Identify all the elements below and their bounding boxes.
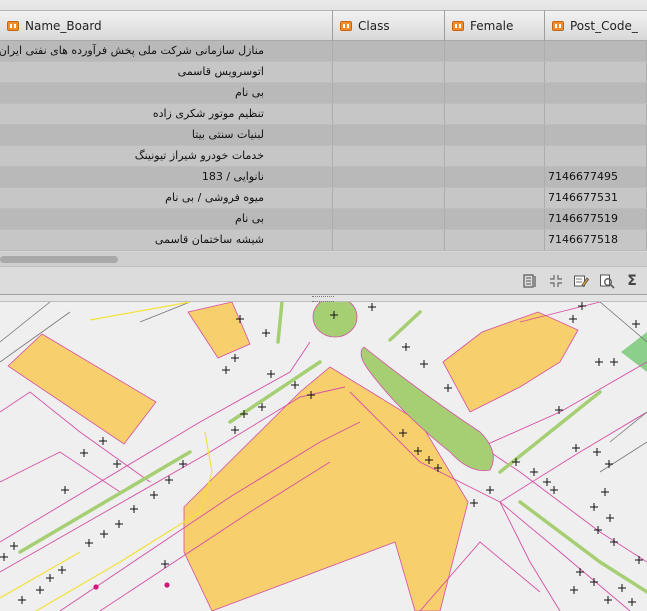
column-header-female[interactable]: Female — [445, 10, 545, 40]
table-header-row: Name_Board Class Female Post_Code_ — [0, 0, 647, 41]
text-field-icon — [552, 20, 564, 31]
field-calculator-icon[interactable] — [522, 273, 538, 289]
cell-female[interactable] — [445, 188, 545, 208]
cell-name-board[interactable]: بی نام — [0, 83, 333, 103]
cell-class[interactable] — [333, 62, 445, 82]
map-canvas[interactable] — [0, 302, 647, 611]
panel-splitter[interactable] — [0, 294, 647, 302]
cell-post-code[interactable]: 7146677518 — [545, 230, 647, 250]
column-header-label: Name_Board — [25, 18, 102, 33]
cell-female[interactable] — [445, 62, 545, 82]
table-row[interactable]: میوه فروشی / بی نام 7146677531 — [0, 188, 647, 209]
cell-post-code[interactable] — [545, 146, 647, 166]
statistics-sigma-icon[interactable]: Σ — [624, 273, 640, 289]
cell-post-code[interactable] — [545, 83, 647, 103]
table-row[interactable]: لبنیات سنتی بیتا — [0, 125, 647, 146]
cell-post-code[interactable] — [545, 62, 647, 82]
column-header-label: Female — [470, 18, 514, 33]
table-row[interactable]: بی نام — [0, 83, 647, 104]
cell-name-board[interactable]: منازل سازمانی شرکت ملی پخش فرآورده های ن… — [0, 41, 333, 61]
cell-name-board[interactable]: بی نام — [0, 209, 333, 229]
column-header-label: Post_Code_ — [570, 18, 638, 33]
cell-post-code[interactable] — [545, 104, 647, 124]
cell-female[interactable] — [445, 167, 545, 187]
cell-female[interactable] — [445, 230, 545, 250]
table-toolbar: Σ — [0, 266, 647, 294]
cell-post-code[interactable] — [545, 41, 647, 61]
cell-post-code[interactable]: 7146677495 — [545, 167, 647, 187]
table-row[interactable]: شیشه ساختمان قاسمی 7146677518 — [0, 230, 647, 251]
cell-class[interactable] — [333, 83, 445, 103]
column-header-label: Class — [358, 18, 390, 33]
cell-female[interactable] — [445, 209, 545, 229]
cell-class[interactable] — [333, 209, 445, 229]
cell-class[interactable] — [333, 41, 445, 61]
zoom-search-icon[interactable] — [599, 273, 615, 289]
column-header-post-code[interactable]: Post_Code_ — [545, 10, 647, 40]
table-body: منازل سازمانی شرکت ملی پخش فرآورده های ن… — [0, 41, 647, 251]
cell-class[interactable] — [333, 146, 445, 166]
cell-name-board[interactable]: خدمات خودرو شیراز تیونینگ — [0, 146, 333, 166]
table-row[interactable]: خدمات خودرو شیراز تیونینگ — [0, 146, 647, 167]
cell-class[interactable] — [333, 230, 445, 250]
text-field-icon — [452, 20, 464, 31]
cell-female[interactable] — [445, 146, 545, 166]
cell-female[interactable] — [445, 125, 545, 145]
horizontal-scrollbar[interactable] — [0, 252, 647, 266]
cell-female[interactable] — [445, 41, 545, 61]
table-row[interactable]: نانوایی / 183 7146677495 — [0, 167, 647, 188]
cell-name-board[interactable]: تنظیم موتور شکری زاده — [0, 104, 333, 124]
cell-name-board[interactable]: شیشه ساختمان قاسمی — [0, 230, 333, 250]
cell-female[interactable] — [445, 104, 545, 124]
table-row[interactable]: بی نام 7146677519 — [0, 209, 647, 230]
cell-post-code[interactable]: 7146677531 — [545, 188, 647, 208]
zoom-to-selection-icon[interactable] — [548, 273, 564, 289]
cell-class[interactable] — [333, 188, 445, 208]
roundabout-island — [312, 302, 358, 338]
cell-name-board[interactable]: میوه فروشی / بی نام — [0, 188, 333, 208]
cell-class[interactable] — [333, 104, 445, 124]
attribute-table: Name_Board Class Female Post_Code_ منازل… — [0, 0, 647, 294]
map-view[interactable] — [0, 302, 647, 611]
cell-post-code[interactable] — [545, 125, 647, 145]
poi-dot — [93, 584, 99, 590]
table-row[interactable]: تنظیم موتور شکری زاده — [0, 104, 647, 125]
cell-class[interactable] — [333, 125, 445, 145]
scrollbar-thumb[interactable] — [0, 256, 118, 263]
column-header-name-board[interactable]: Name_Board — [0, 10, 333, 40]
cell-name-board[interactable]: لبنیات سنتی بیتا — [0, 125, 333, 145]
column-header-class[interactable]: Class — [333, 10, 445, 40]
table-row[interactable]: منازل سازمانی شرکت ملی پخش فرآورده های ن… — [0, 41, 647, 62]
cell-female[interactable] — [445, 83, 545, 103]
poi-dot — [164, 582, 170, 588]
cell-class[interactable] — [333, 167, 445, 187]
text-field-icon — [7, 20, 19, 31]
cell-name-board[interactable]: اتوسرویس قاسمی — [0, 62, 333, 82]
table-row[interactable]: اتوسرویس قاسمی — [0, 62, 647, 83]
cell-name-board[interactable]: نانوایی / 183 — [0, 167, 333, 187]
text-field-icon — [340, 20, 352, 31]
edit-attributes-icon[interactable] — [573, 273, 589, 289]
cell-post-code[interactable]: 7146677519 — [545, 209, 647, 229]
